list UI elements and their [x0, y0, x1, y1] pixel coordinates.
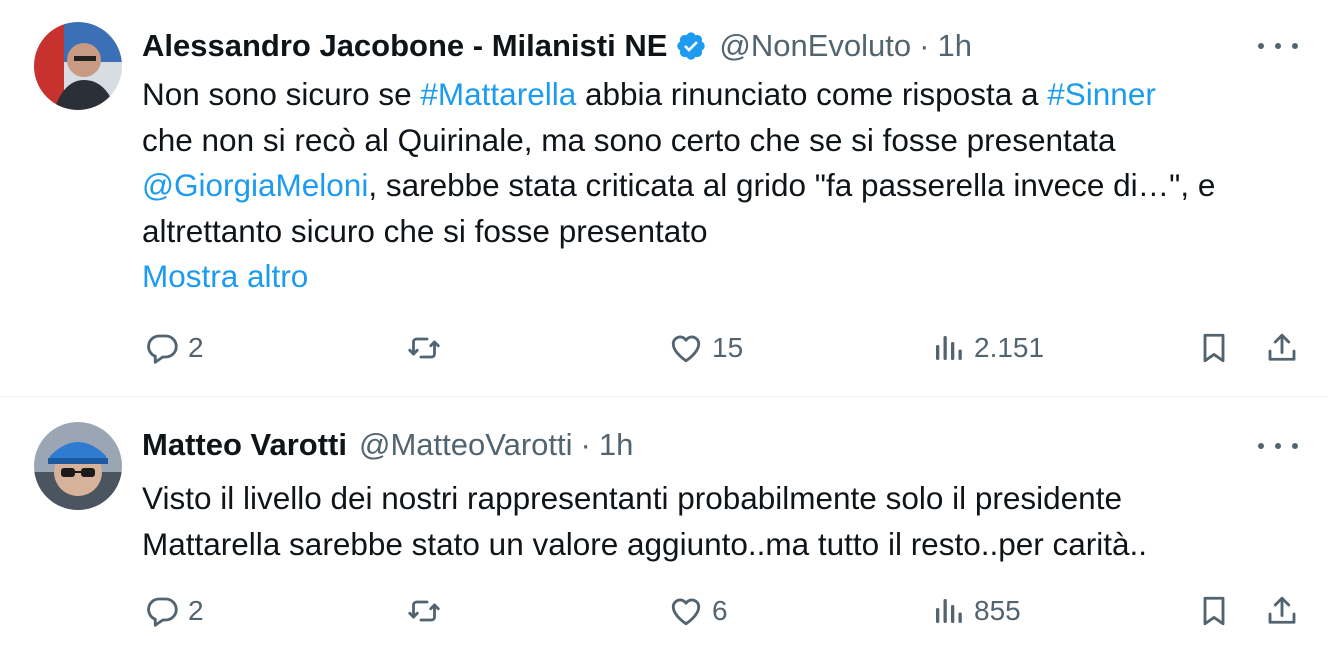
reply-icon [144, 330, 180, 366]
like-button[interactable]: 6 [668, 589, 728, 633]
tweet-header: Alessandro Jacobone - Milanisti NE @NonE… [142, 26, 972, 66]
repost-icon [406, 593, 442, 629]
like-icon [668, 593, 704, 629]
share-icon [1264, 593, 1300, 629]
tweet-text-line: che non si recò al Quirinale, ma sono ce… [142, 118, 1312, 164]
separator-dot: · [919, 28, 930, 63]
like-icon [668, 330, 704, 366]
timestamp[interactable]: 1h [937, 28, 971, 64]
tweet-text: Non sono sicuro se #Mattarella abbia rin… [142, 72, 1312, 300]
text-segment: altrettanto sicuro che si fosse presenta… [142, 212, 708, 249]
like-count: 6 [712, 595, 728, 626]
like-button[interactable]: 15 [668, 326, 743, 370]
like-count: 15 [712, 332, 744, 363]
timestamp[interactable]: 1h [599, 427, 633, 463]
reply-button[interactable]: 2 [144, 589, 204, 633]
repost-icon [406, 330, 442, 366]
text-segment: Non sono sicuro se [142, 76, 421, 112]
author-name[interactable]: Matteo Varotti [142, 427, 347, 463]
views-icon [930, 593, 966, 629]
avatar[interactable] [34, 22, 122, 110]
text-segment: Mattarella sarebbe stato un valore aggiu… [142, 525, 1148, 562]
verified-badge-icon [675, 30, 707, 62]
tweet-text: Visto il livello dei nostri rappresentan… [142, 476, 1312, 567]
views-button[interactable]: 855 [930, 589, 1021, 633]
author-handle[interactable]: @MatteoVarotti [359, 427, 573, 463]
share-button[interactable] [1264, 589, 1300, 633]
share-icon [1264, 330, 1300, 366]
author-name[interactable]: Alessandro Jacobone - Milanisti NE [142, 28, 667, 64]
tweet-text-line: altrettanto sicuro che si fosse presenta… [142, 209, 1312, 255]
bookmark-button[interactable] [1196, 589, 1232, 633]
action-bar: 2 15 2.151 [0, 326, 1328, 370]
mention-link[interactable]: @GiorgiaMeloni [142, 167, 368, 203]
tweet-text-line: Visto il livello dei nostri rappresentan… [142, 476, 1312, 522]
action-bar: 2 6 855 [0, 589, 1328, 633]
show-more-link[interactable]: Mostra altro [142, 254, 1312, 300]
text-segment: che non si recò al Quirinale, ma sono ce… [142, 121, 1116, 158]
bookmark-icon [1196, 330, 1232, 366]
more-icon[interactable] [1258, 36, 1298, 56]
text-segment: abbia rinunciato come risposta a [576, 76, 1048, 112]
author-handle[interactable]: @NonEvoluto [719, 28, 911, 64]
hashtag-link[interactable]: #Sinner [1047, 76, 1156, 112]
tweet-header: Matteo Varotti @MatteoVarotti · 1h [142, 425, 633, 465]
bookmark-icon [1196, 593, 1232, 629]
text-segment: Visto il livello dei nostri rappresentan… [142, 480, 1122, 516]
views-icon [930, 330, 966, 366]
views-button[interactable]: 2.151 [930, 326, 1044, 370]
avatar[interactable] [34, 422, 122, 510]
more-icon[interactable] [1258, 436, 1298, 456]
tweet-text-line: Mattarella sarebbe stato un valore aggiu… [142, 522, 1312, 568]
tweet-text-line: @GiorgiaMeloni, sarebbe stata criticata … [142, 163, 1312, 209]
hashtag-link[interactable]: #Mattarella [420, 76, 576, 112]
repost-button[interactable] [406, 589, 450, 633]
tweet[interactable]: Matteo Varotti @MatteoVarotti · 1h Visto… [0, 397, 1328, 658]
tweet-text-line: Non sono sicuro se #Mattarella abbia rin… [142, 72, 1312, 118]
reply-count: 2 [188, 332, 204, 363]
reply-icon [144, 593, 180, 629]
reply-count: 2 [188, 595, 204, 626]
tweet[interactable]: Alessandro Jacobone - Milanisti NE @NonE… [0, 0, 1328, 397]
views-count: 855 [974, 595, 1021, 626]
views-count: 2.151 [974, 332, 1045, 363]
reply-button[interactable]: 2 [144, 326, 204, 370]
text-segment: , sarebbe stata criticata al grido "fa p… [368, 167, 1216, 203]
separator-dot: · [580, 427, 591, 462]
repost-button[interactable] [406, 326, 450, 370]
share-button[interactable] [1264, 326, 1300, 370]
bookmark-button[interactable] [1196, 326, 1232, 370]
